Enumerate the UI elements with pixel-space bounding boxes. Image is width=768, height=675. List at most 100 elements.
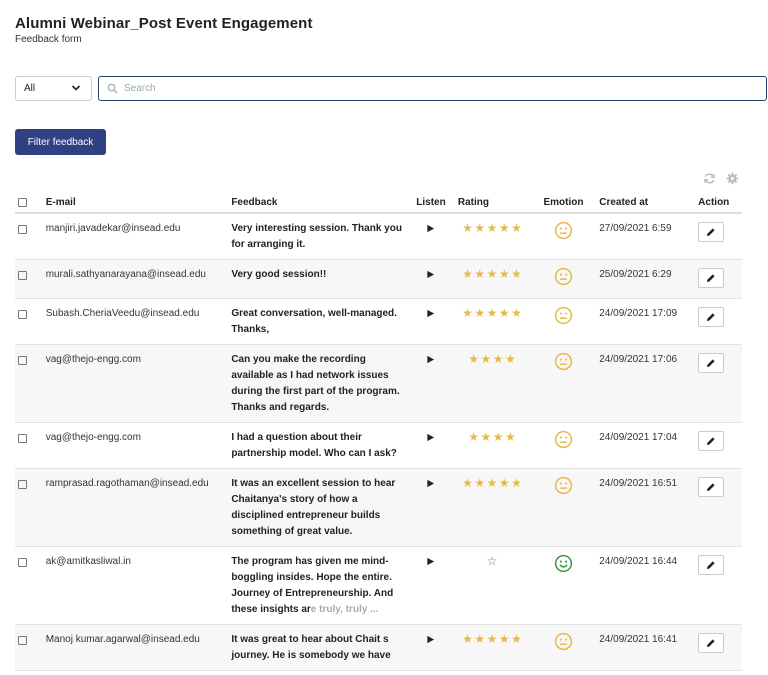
play-icon bbox=[427, 479, 435, 488]
row-emotion bbox=[531, 213, 596, 260]
star-rating-icons: ★★★★ bbox=[468, 352, 518, 366]
play-icon bbox=[427, 557, 435, 566]
row-feedback: Very interesting session. Thank you for … bbox=[227, 213, 409, 260]
row-created-at: 24/09/2021 17:09 bbox=[595, 298, 695, 345]
edit-button[interactable] bbox=[698, 307, 725, 327]
row-checkbox[interactable] bbox=[15, 624, 42, 671]
column-emotion[interactable]: Emotion bbox=[531, 192, 596, 214]
play-button[interactable] bbox=[408, 298, 454, 345]
row-email: manjiri.javadekar@insead.edu bbox=[41, 213, 228, 260]
search-placeholder: Search bbox=[124, 83, 156, 94]
pencil-icon bbox=[707, 639, 715, 647]
row-created-at: 25/09/2021 6:29 bbox=[595, 259, 695, 299]
neutral-face-icon bbox=[554, 306, 573, 328]
edit-button[interactable] bbox=[698, 222, 725, 242]
row-emotion bbox=[531, 259, 596, 299]
row-feedback: I had a question about their partnership… bbox=[227, 422, 409, 469]
play-button[interactable] bbox=[408, 468, 454, 547]
column-rating[interactable]: Rating bbox=[453, 192, 532, 214]
row-action bbox=[694, 422, 742, 469]
row-feedback-text: Can you make the recording available as … bbox=[231, 354, 400, 413]
play-button[interactable] bbox=[408, 546, 454, 625]
table-row: ak@amitkasliwal.in The program has given … bbox=[15, 546, 742, 625]
table-header-row: E-mail Feedback Listen Rating Emotion Cr… bbox=[15, 192, 742, 214]
neutral-face-icon bbox=[554, 632, 573, 654]
page-header: Alumni Webinar_Post Event Engagement Fee… bbox=[15, 15, 313, 45]
row-rating: ★★★★ bbox=[453, 422, 532, 469]
row-checkbox[interactable] bbox=[15, 344, 42, 423]
row-checkbox[interactable] bbox=[15, 298, 42, 345]
chevron-down-icon bbox=[71, 85, 81, 91]
row-feedback-text: It was great to hear about Chait s journ… bbox=[231, 634, 391, 661]
row-email: ak@amitkasliwal.in bbox=[41, 546, 228, 625]
page-title: Alumni Webinar_Post Event Engagement bbox=[15, 15, 313, 32]
play-button[interactable] bbox=[408, 259, 454, 299]
row-feedback-text: It was an excellent session to hear Chai… bbox=[231, 478, 396, 537]
column-action: Action bbox=[694, 192, 742, 214]
row-emotion bbox=[531, 624, 596, 671]
row-emotion bbox=[531, 344, 596, 423]
row-checkbox[interactable] bbox=[15, 259, 42, 299]
play-icon bbox=[427, 224, 435, 233]
star-rating-icons: ★★★★★ bbox=[462, 221, 524, 235]
edit-button[interactable] bbox=[698, 555, 725, 575]
row-feedback: Great conversation, well-managed. Thanks… bbox=[227, 298, 409, 345]
star-rating-icons: ★★★★★ bbox=[462, 632, 524, 646]
row-rating: ★★★★★ bbox=[453, 624, 532, 671]
row-feedback-text: Great conversation, well-managed. Thanks… bbox=[231, 308, 397, 335]
table-row: manjiri.javadekar@insead.edu Very interes… bbox=[15, 213, 742, 260]
filter-feedback-button[interactable]: Filter feedback bbox=[15, 129, 106, 155]
row-rating: ★★★★★ bbox=[453, 259, 532, 299]
star-rating-icons: ★★★★★ bbox=[462, 267, 524, 281]
star-rating-icons: ★★★★ bbox=[468, 430, 518, 444]
row-created-at: 24/09/2021 16:41 bbox=[595, 624, 695, 671]
play-button[interactable] bbox=[408, 344, 454, 423]
play-button[interactable] bbox=[408, 624, 454, 671]
row-created-at: 24/09/2021 16:51 bbox=[595, 468, 695, 547]
neutral-face-icon bbox=[554, 352, 573, 374]
select-all-checkbox[interactable] bbox=[15, 192, 42, 214]
row-action bbox=[694, 624, 742, 671]
row-created-at: 27/09/2021 6:59 bbox=[595, 213, 695, 260]
row-created-at: 24/09/2021 17:06 bbox=[595, 344, 695, 423]
row-rating: ★★★★★ bbox=[453, 213, 532, 260]
row-emotion bbox=[531, 422, 596, 469]
row-email: murali.sathyanarayana@insead.edu bbox=[41, 259, 228, 299]
column-listen[interactable]: Listen bbox=[408, 192, 454, 214]
row-checkbox[interactable] bbox=[15, 468, 42, 547]
refresh-icon[interactable] bbox=[703, 172, 716, 185]
row-email: vag@thejo-engg.com bbox=[41, 344, 228, 423]
row-rating: ☆ bbox=[453, 546, 532, 625]
edit-button[interactable] bbox=[698, 353, 725, 373]
row-action bbox=[694, 468, 742, 547]
row-emotion bbox=[531, 546, 596, 625]
edit-button[interactable] bbox=[698, 431, 725, 451]
row-feedback-truncated: e truly, truly ... bbox=[310, 604, 379, 615]
row-checkbox[interactable] bbox=[15, 422, 42, 469]
play-button[interactable] bbox=[408, 213, 454, 260]
neutral-face-icon bbox=[554, 221, 573, 243]
row-rating: ★★★★★ bbox=[453, 298, 532, 345]
neutral-face-icon bbox=[554, 476, 573, 498]
search-input[interactable]: Search bbox=[98, 76, 767, 101]
row-emotion bbox=[531, 298, 596, 345]
row-checkbox[interactable] bbox=[15, 213, 42, 260]
edit-button[interactable] bbox=[698, 268, 725, 288]
edit-button[interactable] bbox=[698, 633, 725, 653]
row-rating: ★★★★★ bbox=[453, 468, 532, 547]
row-rating: ★★★★ bbox=[453, 344, 532, 423]
play-button[interactable] bbox=[408, 422, 454, 469]
column-created-at[interactable]: Created at bbox=[595, 192, 695, 214]
search-icon bbox=[107, 83, 118, 94]
column-feedback[interactable]: Feedback bbox=[227, 192, 409, 214]
edit-button[interactable] bbox=[698, 477, 725, 497]
row-action bbox=[694, 259, 742, 299]
gear-icon[interactable] bbox=[726, 172, 739, 185]
row-checkbox[interactable] bbox=[15, 546, 42, 625]
column-email[interactable]: E-mail bbox=[41, 192, 228, 214]
row-email: Manoj kumar.agarwal@insead.edu bbox=[41, 624, 228, 671]
empty-star-icon: ☆ bbox=[486, 554, 499, 568]
row-email: vag@thejo-engg.com bbox=[41, 422, 228, 469]
pencil-icon bbox=[707, 437, 715, 445]
category-select[interactable]: All bbox=[15, 76, 92, 101]
